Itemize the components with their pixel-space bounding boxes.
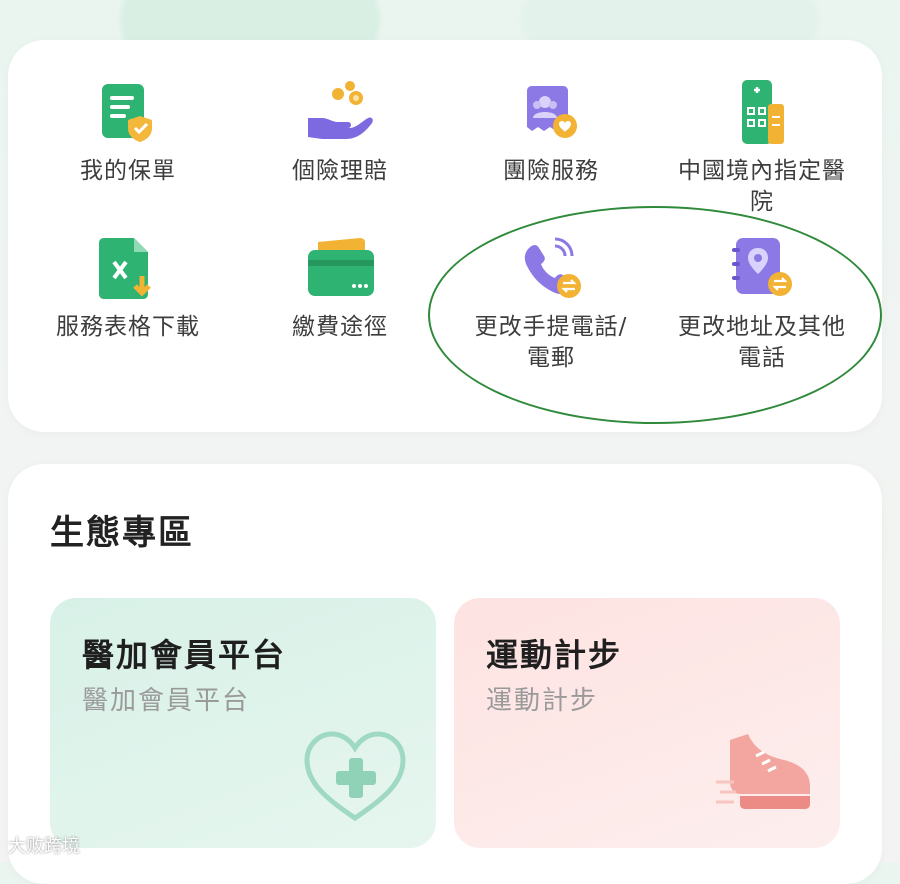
policy-document-icon [92, 78, 164, 150]
heart-plus-icon [300, 726, 410, 830]
card-subtitle: 運動計步 [486, 686, 599, 716]
step-counter-card[interactable]: 運動計步 運動計步 [454, 598, 840, 848]
medical-member-platform-card[interactable]: 醫加會員平台 醫加會員平台 [50, 598, 436, 848]
ecosystem-title: 生態專區 [50, 513, 194, 553]
group-insurance-icon [515, 78, 587, 150]
service-my-policy[interactable]: 我的保單 [28, 78, 228, 187]
highlight-ellipse [428, 206, 882, 424]
payment-card-icon [304, 234, 376, 306]
service-label: 服務表格下載 [56, 314, 200, 340]
service-personal-claim[interactable]: 個險理賠 [240, 78, 440, 187]
card-title: 醫加會員平台 [82, 636, 287, 674]
claim-hand-coins-icon [304, 78, 376, 150]
sneaker-icon [712, 726, 822, 826]
hospital-building-icon [726, 78, 798, 150]
service-label: 團險服務 [503, 158, 599, 184]
excel-download-icon [92, 234, 164, 306]
card-title: 運動計步 [486, 636, 623, 674]
service-designated-hospital[interactable]: 中國境內指定醫院 [662, 78, 862, 218]
service-label: 個險理賠 [292, 158, 388, 184]
service-label: 我的保單 [80, 158, 176, 184]
service-payment-methods[interactable]: 繳費途徑 [240, 234, 440, 343]
service-label: 繳費途徑 [292, 314, 388, 340]
service-group-insurance[interactable]: 團險服務 [451, 78, 651, 187]
watermark: 大败跨境 [8, 836, 80, 857]
card-subtitle: 醫加會員平台 [82, 686, 251, 716]
service-form-download[interactable]: 服務表格下載 [28, 234, 228, 343]
